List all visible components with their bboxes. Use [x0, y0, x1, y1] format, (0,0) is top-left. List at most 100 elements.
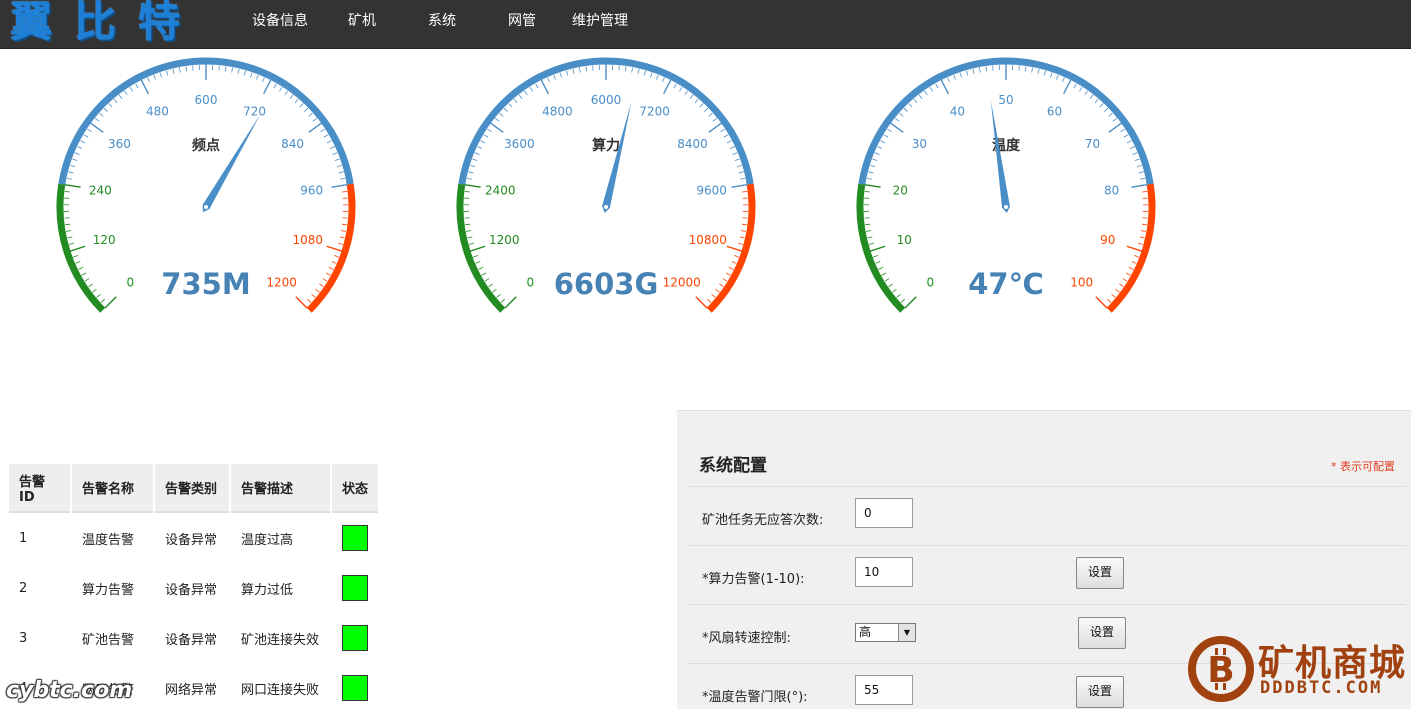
gauge-minor-tick [554, 75, 556, 80]
status-indicator [342, 525, 368, 551]
gauge-major-tick [727, 246, 742, 251]
gauge-minor-tick [638, 69, 639, 74]
pool-timeout-input[interactable]: 0 [855, 498, 913, 528]
gauge-tick-label: 10 [897, 233, 912, 247]
hashrate-alarm-input[interactable]: 10 [855, 557, 913, 587]
gauge-minor-tick [1142, 224, 1147, 225]
gauge-minor-tick [1133, 153, 1138, 155]
gauge-needle-pivot [204, 205, 208, 209]
gauge-minor-tick [279, 87, 282, 91]
gauge-minor-tick [473, 255, 478, 257]
gauge-minor-tick [740, 237, 745, 238]
gauge-minor-tick [304, 108, 308, 111]
gauge-tick-label: 30 [912, 137, 927, 151]
gauge-minor-tick [872, 159, 877, 161]
gauge-minor-tick [75, 153, 80, 155]
table-row: 3 矿池告警 设备异常 矿池连接失效 [9, 613, 378, 663]
gauge-minor-tick [497, 294, 501, 297]
gauge-value-readout: 735M [161, 267, 250, 301]
nav-maintenance[interactable]: 维护管理 [572, 10, 628, 30]
gauge-minor-tick [662, 78, 664, 83]
gauge-minor-tick [904, 108, 908, 111]
temp-threshold-set-button[interactable]: 设置 [1076, 676, 1124, 708]
config-title: 系统配置 [699, 451, 767, 476]
gauge-tick-label: 100 [1070, 276, 1093, 290]
gauge-minor-tick [716, 289, 720, 292]
gauge-minor-tick [337, 165, 342, 166]
gauge-major-tick [941, 80, 948, 94]
gauge-minor-tick [625, 66, 626, 71]
gauge-minor-tick [467, 178, 472, 179]
gauge-minor-tick [885, 279, 889, 282]
alarm-status-cell [332, 563, 378, 613]
gauge-minor-tick [78, 147, 83, 149]
gauge-major-tick [70, 246, 85, 251]
gauge-minor-tick [1109, 113, 1113, 116]
gauge-minor-tick [72, 159, 77, 161]
gauge-minor-tick [69, 243, 74, 244]
alarm-name: 算力告警 [72, 563, 153, 613]
gauge-tick-label: 80 [1104, 183, 1119, 197]
hashrate-alarm-set-button[interactable]: 设置 [1076, 557, 1124, 589]
gauge-minor-tick [492, 289, 496, 292]
gauge-minor-tick [489, 284, 493, 287]
gauge-needle-pivot [1004, 205, 1008, 209]
temp-threshold-input[interactable]: 55 [855, 675, 913, 705]
alarm-id: 1 [9, 513, 70, 563]
gauge-minor-tick [470, 165, 475, 166]
gauge-major-tick [1127, 246, 1142, 251]
gauge-minor-tick [469, 243, 474, 244]
gauge-tick-label: 12000 [663, 276, 701, 290]
gauge-minor-tick [892, 289, 896, 292]
gauge-minor-tick [632, 68, 633, 73]
gauge-tick-label: 480 [146, 105, 169, 119]
gauge-minor-tick [334, 255, 339, 257]
gauge-minor-tick [865, 224, 870, 225]
gauge-minor-tick [92, 289, 96, 292]
gauge-minor-tick [1119, 284, 1123, 287]
gauge-tick-label: 840 [281, 137, 304, 151]
nav-network[interactable]: 网管 [508, 10, 536, 30]
gauge-minor-tick [560, 73, 562, 78]
gauge-hashrate: 0120024003600480060007200840096001080012… [446, 50, 766, 330]
gauge-minor-tick [1032, 68, 1033, 73]
fan-speed-set-button[interactable]: 设置 [1078, 617, 1126, 649]
gauge-tick-label: 40 [950, 105, 965, 119]
col-alarm-status: 状态 [332, 464, 378, 513]
gauge-minor-tick [467, 237, 472, 238]
gauge-minor-tick [536, 84, 538, 88]
gauge-minor-tick [1050, 73, 1052, 78]
alarm-category: 网络异常 [155, 663, 229, 713]
gauge-minor-tick [724, 135, 728, 138]
chevron-down-icon[interactable]: ▼ [898, 624, 915, 641]
gauge-minor-tick [889, 284, 893, 287]
gauge-minor-tick [954, 75, 956, 80]
gauge-minor-tick [1139, 172, 1144, 173]
gauge-minor-tick [136, 84, 138, 88]
gauge-minor-tick [1130, 147, 1135, 149]
gauge-major-tick [664, 80, 671, 94]
fan-speed-select[interactable]: 高 ▼ [855, 623, 916, 642]
gauge-minor-tick [901, 299, 905, 302]
gauge-tick-label: 4800 [542, 105, 573, 119]
gauge-minor-tick [466, 231, 471, 232]
gauge-minor-tick [114, 99, 117, 103]
brand-logo[interactable]: 翼比特 [10, 0, 202, 48]
gauge-minor-tick [650, 73, 652, 78]
nav-device-info[interactable]: 设备信息 [252, 10, 308, 30]
gauge-minor-tick [84, 135, 88, 138]
gauge-minor-tick [465, 191, 470, 192]
svg-text:B: B [1207, 650, 1234, 691]
gauge-minor-tick [986, 66, 987, 71]
gauge-minor-tick [1025, 66, 1026, 71]
nav-system[interactable]: 系统 [428, 10, 456, 30]
gauge-minor-tick [478, 147, 483, 149]
gauge-tick-label: 70 [1085, 137, 1100, 151]
gauge-frequency: 012024036048060072084096010801200频点735M [46, 50, 366, 330]
gauge-minor-tick [1044, 71, 1045, 76]
gauge-minor-tick [109, 103, 112, 107]
nav-miner[interactable]: 矿机 [348, 10, 376, 30]
gauge-minor-tick [875, 153, 880, 155]
alarm-category: 设备异常 [155, 563, 229, 613]
gauge-tick-label: 960 [300, 183, 323, 197]
